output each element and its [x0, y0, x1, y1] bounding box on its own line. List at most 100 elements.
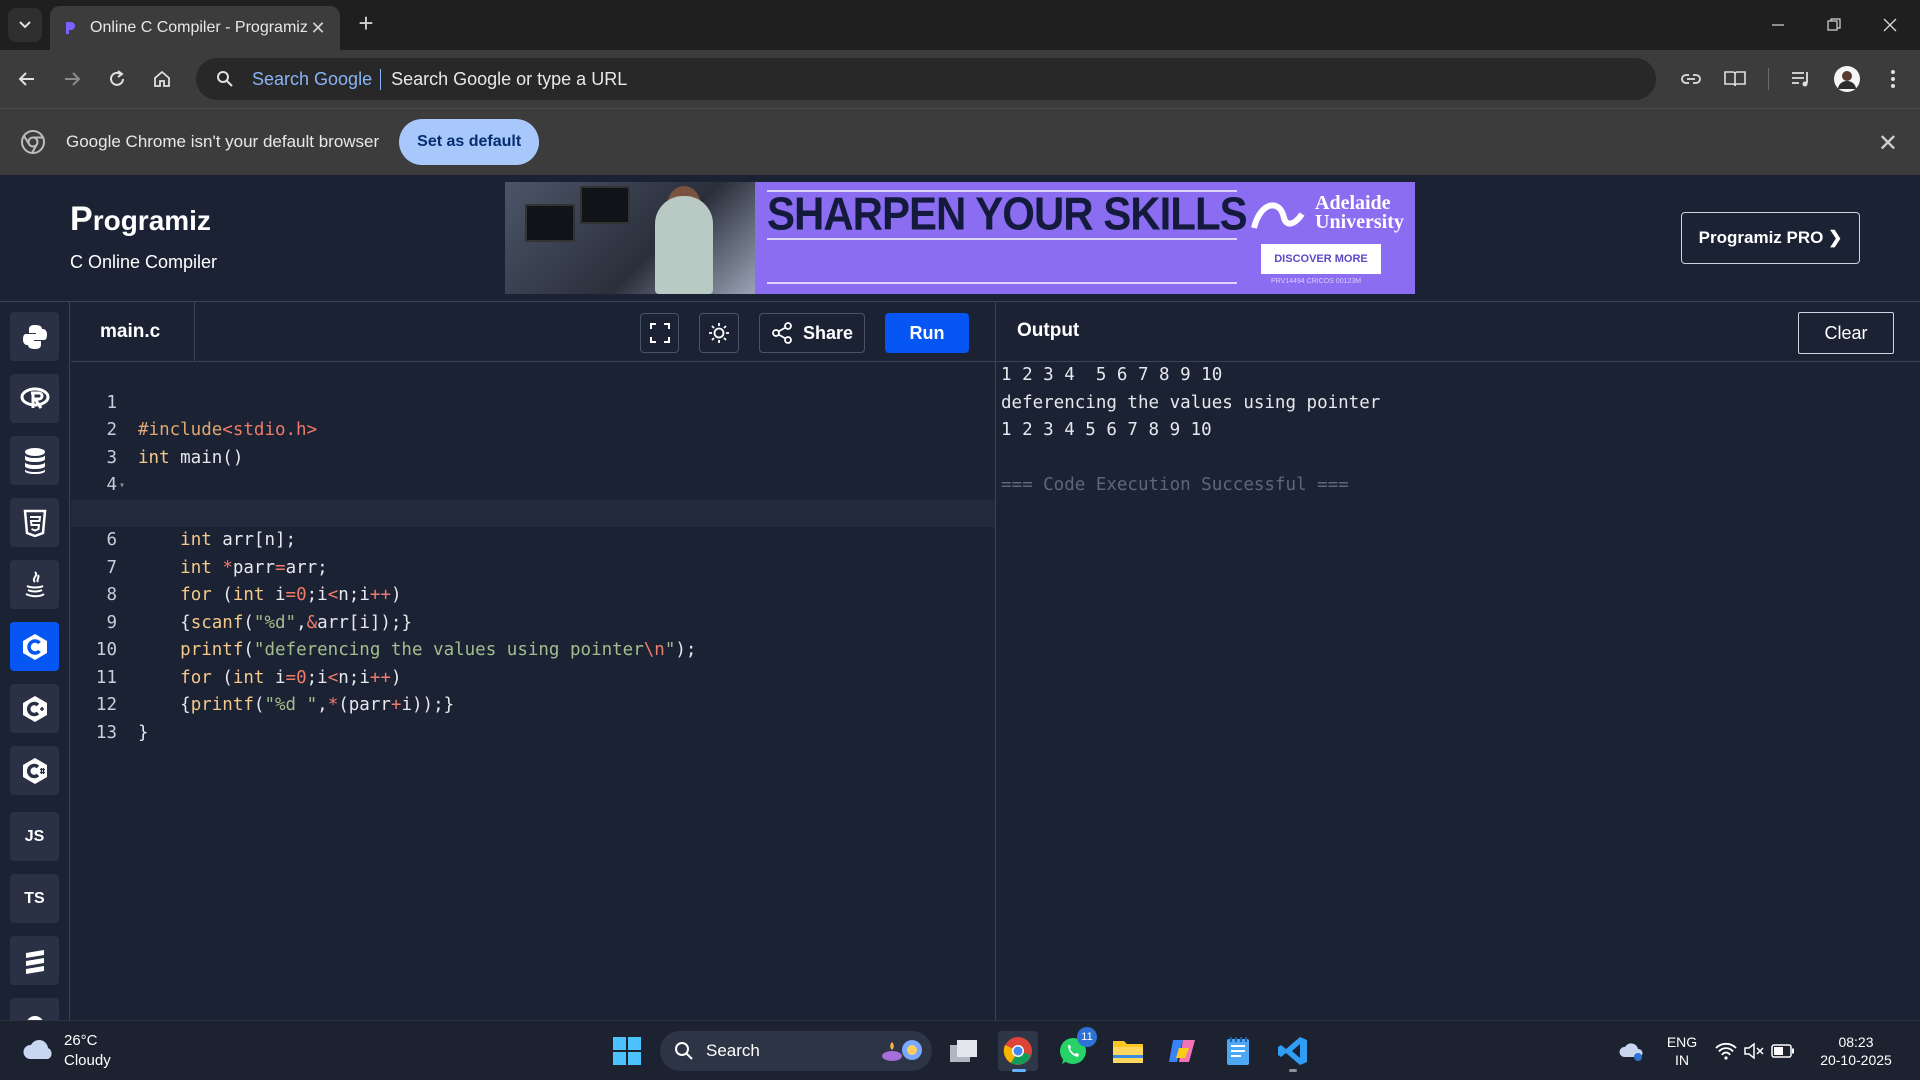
- quick-settings-button[interactable]: [1710, 1031, 1800, 1071]
- programiz-favicon-icon: [66, 22, 75, 34]
- new-tab-button[interactable]: +: [352, 10, 380, 38]
- share-label: Share: [802, 322, 854, 343]
- taskbar-file-explorer[interactable]: [1108, 1031, 1148, 1071]
- lang-more-button[interactable]: [10, 998, 59, 1020]
- taskbar-chrome[interactable]: [998, 1031, 1038, 1072]
- lang-sql-button[interactable]: [10, 436, 59, 485]
- forward-arrow-icon: [65, 72, 81, 86]
- input-language-indicator[interactable]: ENG IN: [1664, 1033, 1700, 1069]
- code-line: 12 }: [71, 665, 995, 743]
- reading-mode-icon: [1724, 71, 1746, 87]
- back-button[interactable]: [12, 64, 42, 94]
- cloud-icon[interactable]: [22, 1035, 56, 1063]
- taskbar-search[interactable]: Search: [660, 1031, 932, 1071]
- lang-python-button[interactable]: [10, 312, 59, 361]
- taskbar-copilot[interactable]: [1163, 1031, 1203, 1071]
- logo-mark: P: [70, 200, 93, 238]
- forward-button[interactable]: [57, 64, 87, 94]
- tab-search-button[interactable]: [8, 8, 42, 42]
- lang-csharp-button[interactable]: [10, 746, 59, 795]
- run-button[interactable]: Run: [885, 313, 969, 353]
- clear-button[interactable]: Clear: [1798, 312, 1894, 354]
- infobar-message: Google Chrome isn't your default browser: [66, 132, 380, 151]
- lang-cpp-button[interactable]: [10, 684, 59, 733]
- swift-icon: [25, 949, 44, 974]
- media-controls-button[interactable]: [1786, 64, 1816, 94]
- reload-button[interactable]: [102, 64, 132, 94]
- taskbar-vscode[interactable]: [1273, 1031, 1313, 1072]
- java-icon: [25, 570, 45, 597]
- lang-html-button[interactable]: [10, 498, 59, 547]
- reload-icon: [110, 70, 124, 86]
- programiz-pro-button[interactable]: Programiz PRO ❯: [1681, 212, 1860, 264]
- profile-button[interactable]: [1832, 64, 1862, 94]
- lang-r-button[interactable]: [10, 374, 59, 423]
- notepad-icon: [1227, 1037, 1249, 1065]
- code-line: 2 int main(): [71, 390, 995, 468]
- clock[interactable]: 08:23 20-10-2025: [1808, 1033, 1904, 1069]
- output-title: Output: [1017, 320, 1080, 341]
- reading-mode-button[interactable]: [1720, 64, 1750, 94]
- taskbar-whatsapp[interactable]: 11: [1053, 1027, 1097, 1071]
- code-line: 9 printf("deferencing the values using p…: [71, 582, 995, 661]
- running-app-indicator: [1289, 1069, 1297, 1072]
- chrome-logo-icon: [21, 130, 45, 154]
- link-button[interactable]: [1676, 64, 1706, 94]
- search-scope-chip[interactable]: Search Google: [252, 68, 382, 90]
- search-icon: [675, 1042, 693, 1060]
- task-view-button[interactable]: [944, 1031, 984, 1071]
- fullscreen-button[interactable]: [640, 313, 679, 353]
- lang-js-button[interactable]: JS: [10, 812, 59, 861]
- notification-badge: 11: [1077, 1027, 1097, 1047]
- lang-c-button[interactable]: [10, 622, 59, 671]
- infobar-close-icon[interactable]: ✕: [1878, 129, 1898, 158]
- output-header: Output Clear: [996, 302, 1920, 362]
- code-line: 8 {scanf("%d",&arr[i]);}: [71, 555, 995, 633]
- code-line-active: 6 int *parr=arr;: [71, 499, 995, 578]
- tab-programiz[interactable]: Online C Compiler - Programiz ✕: [50, 6, 340, 50]
- programiz-logo[interactable]: Programiz: [70, 200, 211, 239]
- sql-icon: [24, 447, 45, 474]
- advertisement-banner[interactable]: SHARPEN YOUR SKILLS Adelaide University …: [505, 182, 1415, 294]
- omnibox-placeholder[interactable]: Search Google or type a URL: [391, 69, 627, 90]
- tab-close-icon[interactable]: ✕: [308, 18, 328, 39]
- set-as-default-button[interactable]: Set as default: [399, 119, 540, 165]
- python-icon: [22, 324, 47, 349]
- theme-toggle-button[interactable]: [699, 313, 739, 353]
- ad-discover-more-button[interactable]: DISCOVER MORE: [1261, 244, 1381, 274]
- weather-description[interactable]: Cloudy: [64, 1052, 111, 1069]
- code-editor[interactable]: 1 #include<stdio.h> 2 int main() 3 ▾ { 4…: [71, 362, 995, 1020]
- ad-university-line2: University: [1315, 211, 1404, 233]
- start-button[interactable]: [607, 1031, 647, 1071]
- windows-logo-icon: [613, 1037, 641, 1065]
- task-view-icon: [950, 1040, 977, 1062]
- vscode-icon: [1278, 1037, 1307, 1065]
- weather-temperature[interactable]: 26°C: [64, 1032, 98, 1049]
- share-button[interactable]: Share: [759, 313, 865, 353]
- code-line: 1 #include<stdio.h>: [71, 362, 995, 441]
- chrome-icon: [1003, 1037, 1032, 1065]
- close-window-button[interactable]: [1862, 0, 1918, 50]
- lang-swift-button[interactable]: [10, 936, 59, 985]
- default-browser-infobar: Google Chrome isn't your default browser…: [0, 108, 1920, 175]
- media-queue-icon: [1792, 72, 1808, 87]
- ad-university-name: Adelaide University: [1315, 193, 1404, 233]
- minimize-button[interactable]: [1750, 0, 1806, 50]
- sun-icon: [709, 323, 729, 343]
- chrome-menu-button[interactable]: [1878, 64, 1908, 94]
- restore-button[interactable]: [1806, 0, 1862, 50]
- lang-ts-button[interactable]: TS: [10, 874, 59, 923]
- pane-divider[interactable]: [995, 302, 996, 1020]
- file-tab-main-c[interactable]: main.c: [71, 302, 195, 362]
- minimize-icon: [1772, 24, 1784, 26]
- site-header: Programiz C Online Compiler SHARPEN YOUR…: [0, 175, 1920, 302]
- lang-line2: IN: [1675, 1052, 1689, 1068]
- output-line: 1 2 3 4 5 6 7 8 9 10: [1001, 365, 1223, 385]
- taskbar-notepad[interactable]: [1218, 1031, 1258, 1071]
- home-button[interactable]: [147, 64, 177, 94]
- onedrive-button[interactable]: [1614, 1031, 1650, 1071]
- lang-java-button[interactable]: [10, 560, 59, 609]
- code-line: 11 {printf("%d ",*(parr+i));}: [71, 637, 995, 716]
- omnibox[interactable]: Search Google Search Google or type a UR…: [196, 58, 1656, 100]
- diwali-highlight-icon: [882, 1040, 922, 1061]
